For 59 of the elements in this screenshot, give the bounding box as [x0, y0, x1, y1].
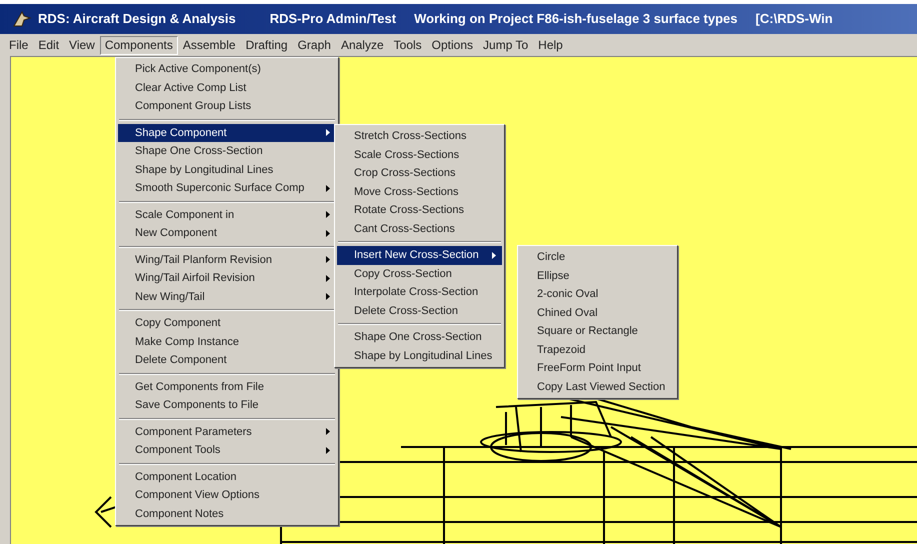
- menu-item[interactable]: Copy Last Viewed Section: [520, 378, 676, 396]
- menu-bar-item[interactable]: View: [64, 36, 100, 54]
- menu-item[interactable]: Shape One Cross-Section: [118, 142, 336, 160]
- menu-bar-item[interactable]: Edit: [33, 36, 64, 54]
- menu-item[interactable]: Component Parameters: [118, 422, 336, 441]
- menu-item[interactable]: Scale Component in: [118, 206, 336, 224]
- title-text: RDS-Pro Admin/Test: [270, 10, 396, 28]
- menu-item[interactable]: Pick Active Component(s): [118, 60, 336, 78]
- menu-bar-item[interactable]: Assemble: [178, 36, 241, 54]
- menu-item[interactable]: Component Tools: [118, 441, 336, 460]
- menu-item[interactable]: Wing/Tail Airfoil Revision: [118, 269, 336, 288]
- menu-item[interactable]: Copy Component: [118, 314, 336, 332]
- menu-item[interactable]: Shape One Cross-Section: [337, 328, 502, 346]
- menu-item[interactable]: Interpolate Cross-Section: [337, 283, 502, 302]
- menu-item[interactable]: Component Location: [118, 468, 336, 486]
- menu-item[interactable]: Copy Cross-Section: [337, 264, 502, 283]
- menu-item[interactable]: New Component: [118, 224, 336, 242]
- menu-item[interactable]: Chined Oval: [520, 304, 676, 322]
- menu-item[interactable]: Circle: [520, 248, 676, 266]
- menu-item[interactable]: Ellipse: [520, 266, 676, 285]
- menu-item[interactable]: Delete Component: [118, 351, 336, 370]
- menu-item[interactable]: Component Group Lists: [118, 97, 336, 116]
- menu-item[interactable]: Shape by Longitudinal Lines: [118, 160, 336, 179]
- title-text: [C:\RDS-Win: [756, 10, 833, 28]
- menu-item[interactable]: FreeForm Point Input: [520, 359, 676, 378]
- menu-bar-item[interactable]: Graph: [292, 36, 336, 54]
- menu-bar-item[interactable]: Analyze: [336, 36, 389, 54]
- menu-item[interactable]: Component Notes: [118, 504, 336, 523]
- menu-item[interactable]: Rotate Cross-Sections: [337, 201, 502, 220]
- menu-bar-item[interactable]: Tools: [388, 36, 427, 54]
- menu-item[interactable]: Delete Cross-Section: [337, 302, 502, 320]
- menu-item[interactable]: Stretch Cross-Sections: [337, 127, 502, 146]
- menu-bar-item[interactable]: File: [4, 36, 34, 54]
- menu-item[interactable]: Make Comp Instance: [118, 332, 336, 351]
- menu-bar-item[interactable]: Drafting: [240, 36, 293, 54]
- menu-item[interactable]: Scale Cross-Sections: [337, 146, 502, 164]
- menu-item[interactable]: Square or Rectangle: [520, 322, 676, 340]
- menu-item[interactable]: Component View Options: [118, 486, 336, 504]
- menu-item[interactable]: Crop Cross-Sections: [337, 164, 502, 182]
- menu-item[interactable]: 2-conic Oval: [520, 285, 676, 304]
- menu-item[interactable]: Cant Cross-Sections: [337, 220, 502, 238]
- menu-item[interactable]: Trapezoid: [520, 340, 676, 359]
- title-text: RDS: Aircraft Design & Analysis: [38, 10, 236, 28]
- menu-item[interactable]: Move Cross-Sections: [337, 182, 502, 201]
- aircraft-logo-icon: [12, 10, 32, 28]
- menu-item[interactable]: Insert New Cross-Section: [337, 246, 502, 264]
- menu-item[interactable]: New Wing/Tail: [118, 288, 336, 306]
- menu-item[interactable]: Get Components from File: [118, 378, 336, 396]
- menu-item[interactable]: Wing/Tail Planform Revision: [118, 250, 336, 269]
- menu-bar-item[interactable]: Components: [100, 36, 178, 54]
- menu-item[interactable]: Clear Active Comp List: [118, 78, 336, 97]
- menu-item[interactable]: Save Components to File: [118, 396, 336, 414]
- menu-bar-item[interactable]: Options: [426, 36, 478, 54]
- menu-item[interactable]: Smooth Superconic Surface Comp: [118, 179, 336, 198]
- menu-bar-item[interactable]: Jump To: [478, 36, 534, 54]
- menu-bar-item[interactable]: Help: [533, 36, 568, 54]
- title-text: Working on Project F86-ish-fuselage 3 surface types: [414, 10, 738, 28]
- menu-item[interactable]: Shape by Longitudinal Lines: [337, 346, 502, 365]
- menu-item[interactable]: Shape Component: [118, 124, 336, 142]
